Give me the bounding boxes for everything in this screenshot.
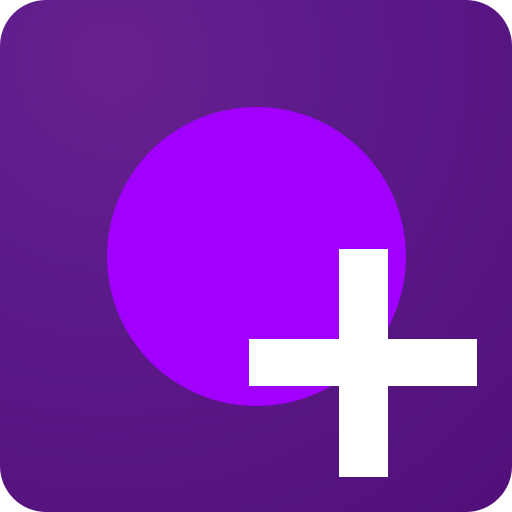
- plus-icon: [107, 107, 477, 477]
- app-icon[interactable]: [0, 0, 512, 512]
- plus-horizontal-bar: [249, 339, 477, 386]
